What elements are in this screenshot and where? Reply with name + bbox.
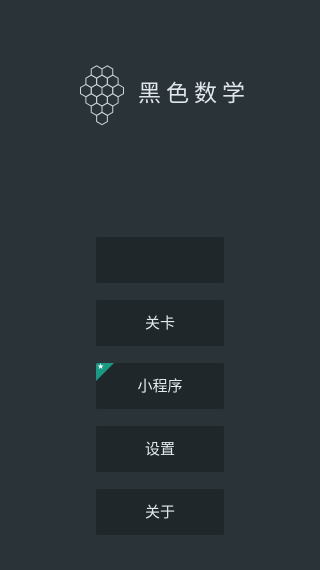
star-icon: ★ [97, 363, 105, 371]
settings-button[interactable]: 设置 [96, 426, 224, 472]
about-button[interactable]: 关于 [96, 489, 224, 535]
levels-button[interactable]: 关卡 [96, 300, 224, 346]
hexagon-grid-icon [80, 65, 124, 126]
mini-program-label: 小程序 [137, 377, 183, 395]
mini-program-button[interactable]: ★ 小程序 [96, 363, 224, 409]
app-title: 黑色数学 [138, 81, 250, 107]
play-button[interactable] [96, 237, 224, 283]
hexagon-cell [96, 111, 108, 126]
